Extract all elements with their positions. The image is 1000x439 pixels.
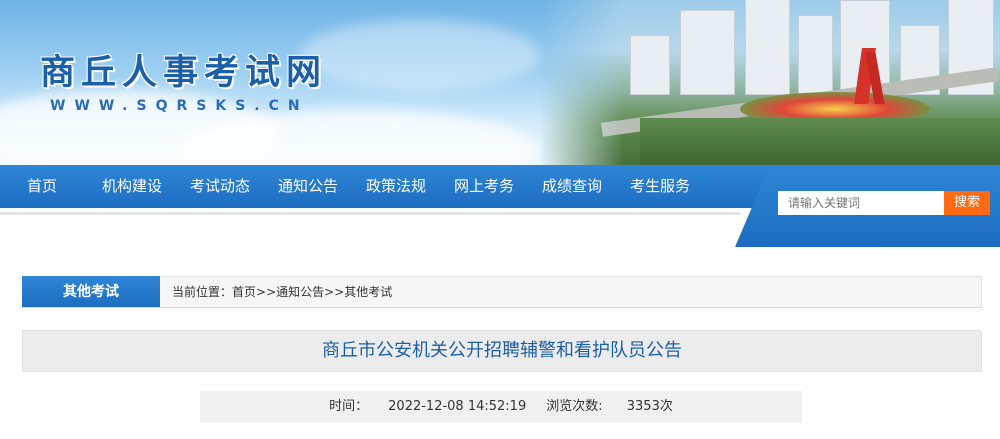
breadcrumb-home[interactable]: 首页: [232, 285, 256, 299]
view-count-label: 浏览次数:: [546, 399, 607, 414]
search-button[interactable]: 搜索: [944, 191, 990, 215]
banner-city-photo: [540, 0, 1000, 165]
trees: [640, 118, 1000, 165]
site-title: 商丘人事考试网: [40, 53, 328, 93]
breadcrumb-notices[interactable]: 通知公告: [276, 285, 324, 299]
article-meta: 时间： 2022-12-08 14:52:19 浏览次数: 3353次: [200, 391, 802, 423]
breadcrumb-separator: >>: [256, 285, 277, 299]
nav-item-home[interactable]: 首页: [0, 165, 88, 208]
nav-item-policies[interactable]: 政策法规: [352, 165, 440, 208]
breadcrumb-current[interactable]: 其他考试: [344, 285, 392, 299]
nav-item-score-query[interactable]: 成绩查询: [528, 165, 616, 208]
nav-item-candidate-service[interactable]: 考生服务: [616, 165, 704, 208]
section-tab[interactable]: 其他考试: [22, 276, 160, 308]
site-banner: 商丘人事考试网 WWW.SQRSKS.CN: [0, 0, 1000, 165]
article-title: 商丘市公安机关公开招聘辅警和看护队员公告: [322, 340, 682, 361]
nav-item-organization[interactable]: 机构建设: [88, 165, 176, 208]
building: [745, 0, 790, 95]
breadcrumb: 当前位置：首页>>通知公告>>其他考试: [172, 276, 392, 308]
view-count: 浏览次数: 3353次: [546, 399, 673, 414]
publish-time-label: 时间：: [329, 399, 369, 414]
breadcrumb-separator: >>: [324, 285, 345, 299]
view-count-value: 3353次: [626, 399, 673, 414]
site-url: WWW.SQRSKS.CN: [50, 98, 309, 114]
nav-item-exam-news[interactable]: 考试动态: [176, 165, 264, 208]
publish-time: 时间： 2022-12-08 14:52:19: [329, 399, 526, 414]
search-input[interactable]: [778, 191, 944, 215]
building: [630, 35, 670, 95]
building: [798, 15, 833, 95]
nav-shadow: [0, 212, 740, 215]
publish-time-value: 2022-12-08 14:52:19: [388, 399, 527, 414]
building: [680, 10, 735, 95]
section-divider: [22, 307, 982, 308]
nav-item-online-exam[interactable]: 网上考务: [440, 165, 528, 208]
breadcrumb-prefix: 当前位置：: [172, 285, 233, 299]
nav-item-notices[interactable]: 通知公告: [264, 165, 352, 208]
banner-cloud: [300, 20, 540, 90]
nav-menu: 首页 机构建设 考试动态 通知公告 政策法规 网上考务 成绩查询 考生服务: [0, 165, 704, 208]
